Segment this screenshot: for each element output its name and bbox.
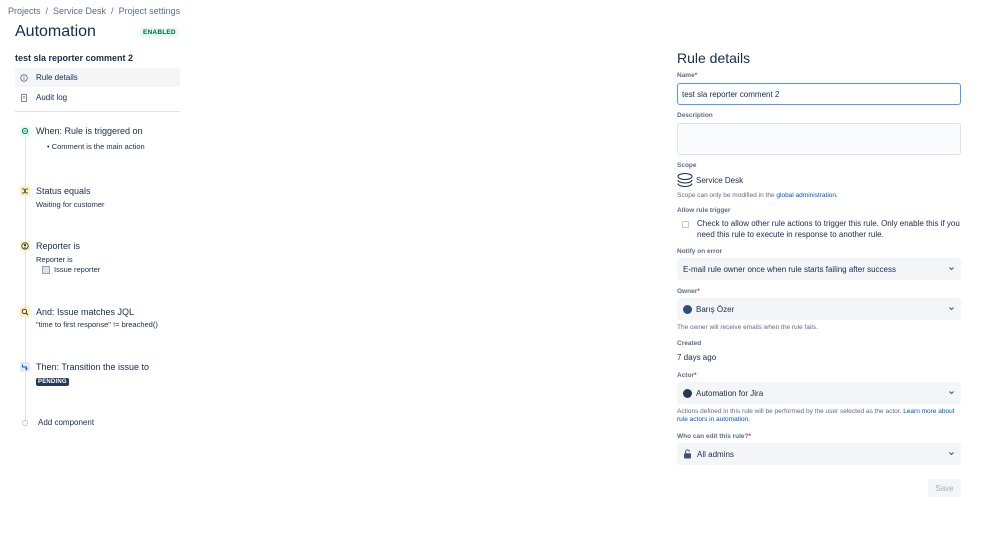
owner-avatar <box>683 304 692 314</box>
add-component-button[interactable]: Add component <box>20 418 94 427</box>
document-icon <box>20 93 28 102</box>
scope-help-text: Scope can only be modified in the <box>677 192 775 199</box>
shuffle-icon <box>20 186 30 196</box>
who-can-edit-label-text: Who can edit this rule? <box>677 433 749 440</box>
component-title: Then: Transition the issue to <box>36 362 150 372</box>
created-label: Created <box>677 340 702 347</box>
pending-status-lozenge: PENDING <box>36 378 69 386</box>
notify-on-error-select[interactable]: E-mail rule owner once when rule starts … <box>677 258 961 280</box>
breadcrumb-projects[interactable]: Projects <box>8 6 41 16</box>
nav-divider <box>15 111 180 112</box>
actor-label-text: Actor <box>677 372 694 379</box>
breadcrumb: Projects / Service Desk / Project settin… <box>8 6 180 16</box>
owner-value: Barış Özer <box>696 304 735 314</box>
who-can-edit-value: All admins <box>697 449 734 459</box>
actor-value: Automation for Jira <box>696 388 764 398</box>
required-marker: * <box>694 72 698 79</box>
rule-details-heading: Rule details <box>677 50 751 66</box>
required-marker: * <box>697 288 700 295</box>
search-icon <box>20 307 30 317</box>
component-detail: Waiting for customer <box>36 200 105 209</box>
required-marker: * <box>748 433 752 440</box>
component-detail: • Comment is the main action <box>47 142 145 151</box>
owner-label: Owner* <box>677 288 700 295</box>
name-label-text: Name <box>677 72 695 79</box>
page-title: Automation <box>15 23 96 40</box>
nav-item-label: Audit log <box>36 93 68 102</box>
breadcrumb-project-settings[interactable]: Project settings <box>119 6 181 16</box>
actor-select[interactable]: Automation for Jira <box>677 382 961 404</box>
rule-name-heading: test sla reporter comment 2 <box>15 53 134 63</box>
component-detail: PENDING <box>36 376 69 386</box>
scope-help: Scope can only be modified in the global… <box>677 192 838 200</box>
who-can-edit-label: Who can edit this rule?* <box>677 433 751 440</box>
reporter-avatar-icon <box>42 265 50 274</box>
component-detail: Issue reporter <box>42 265 100 274</box>
rule-name-input[interactable]: test sla reporter comment 2 <box>677 83 961 105</box>
chevron-down-icon <box>948 389 955 398</box>
breadcrumb-service-desk[interactable]: Service Desk <box>53 6 106 16</box>
add-component-label: Add component <box>38 418 95 427</box>
save-button[interactable]: Save <box>928 479 961 497</box>
nav-item-rule-details[interactable]: Rule details <box>15 68 180 87</box>
component-timeline-line <box>25 133 26 421</box>
breadcrumb-separator: / <box>45 6 49 16</box>
component-title: And: Issue matches JQL <box>36 307 135 317</box>
trigger-detail: Comment is the main action <box>51 142 145 151</box>
chevron-down-icon <box>948 265 955 274</box>
scope-row: Service Desk <box>677 172 743 188</box>
chevron-down-icon <box>948 305 955 314</box>
nav-item-label: Rule details <box>36 73 78 82</box>
global-administration-link[interactable]: global administration. <box>776 192 837 199</box>
scope-label: Scope <box>677 162 697 169</box>
automation-avatar-icon <box>683 388 692 398</box>
component-title: Reporter is <box>36 241 81 251</box>
rule-side-nav: Rule details Audit log <box>15 68 180 108</box>
actor-help: Actions defined in this rule will be per… <box>677 408 961 424</box>
description-field[interactable] <box>677 123 961 155</box>
scope-value: Service Desk <box>696 175 744 185</box>
actor-help-text: Actions defined in this rule will be per… <box>677 408 902 415</box>
issue-reporter-label: Issue reporter <box>54 265 101 274</box>
component-title: When: Rule is triggered on <box>36 126 143 136</box>
component-title: Status equals <box>36 186 91 196</box>
who-can-edit-select[interactable]: All admins <box>677 443 961 465</box>
transition-icon <box>20 362 30 372</box>
component-detail: "time to first response" != breached() <box>36 320 158 329</box>
name-label: Name* <box>677 72 697 79</box>
trigger-icon <box>20 126 30 136</box>
info-icon <box>20 73 28 82</box>
notify-on-error-label: Notify on error <box>677 248 723 255</box>
allow-rule-trigger-text: Check to allow other rule actions to tri… <box>697 219 960 239</box>
allow-rule-trigger-checkbox[interactable] <box>682 221 689 228</box>
owner-help: The owner will receive emails when the r… <box>677 324 818 331</box>
created-value: 7 days ago <box>677 353 717 362</box>
component-detail: Reporter is <box>36 255 73 264</box>
description-label: Description <box>677 112 713 119</box>
chevron-down-icon <box>948 450 955 459</box>
project-stack-icon <box>677 172 693 188</box>
actor-label: Actor* <box>677 372 697 379</box>
status-badge: ENABLED <box>140 28 179 37</box>
required-marker: * <box>693 372 697 379</box>
allow-rule-trigger-row: Check to allow other rule actions to tri… <box>682 218 964 240</box>
breadcrumb-separator: / <box>111 6 114 16</box>
owner-label-text: Owner <box>677 288 698 295</box>
notify-on-error-value: E-mail rule owner once when rule starts … <box>683 264 896 274</box>
rule-name-value: test sla reporter comment 2 <box>682 90 780 99</box>
user-icon <box>20 241 30 251</box>
owner-select[interactable]: Barış Özer <box>677 298 961 320</box>
allow-rule-trigger-label: Allow rule trigger <box>677 207 731 214</box>
lock-icon <box>683 449 692 459</box>
nav-item-audit-log[interactable]: Audit log <box>15 88 180 107</box>
add-component-dot-icon <box>22 419 28 426</box>
